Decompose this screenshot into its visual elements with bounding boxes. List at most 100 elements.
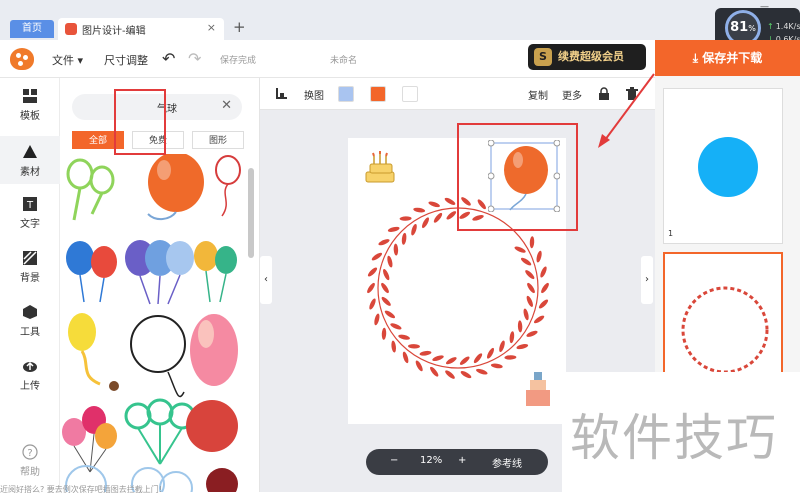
zoom-out-button[interactable]: − [390, 455, 398, 466]
wreath-leaf [408, 344, 420, 349]
tab-title: 图片设计-编辑 [82, 26, 146, 37]
file-menu[interactable]: 文件 ▾ [52, 52, 83, 68]
wreath-leaf [472, 214, 484, 221]
wreath-leaf [509, 331, 515, 344]
upload-icon [23, 361, 37, 372]
wreath-leaf [378, 239, 390, 246]
wreath-leaf [428, 201, 440, 208]
wreath-leaf [387, 226, 400, 232]
rail-item-upload[interactable]: 上传 [0, 358, 60, 398]
tools-icon [23, 305, 37, 319]
color-swatch-blue[interactable] [338, 86, 354, 102]
browser-tab-bar: 首页 图片设计-编辑 × + —▢✕ [0, 0, 800, 40]
green-outline-balloon-cluster[interactable] [124, 398, 196, 465]
pink-heart-balloons[interactable] [62, 406, 117, 473]
tab-home[interactable]: 首页 [10, 20, 54, 38]
search-box[interactable]: ✕ [72, 94, 242, 120]
yellow-balloon[interactable] [68, 313, 119, 391]
search-input[interactable] [122, 99, 212, 115]
wreath-leaf [540, 266, 547, 278]
leaf-wreath[interactable] [377, 207, 539, 369]
rail-item-material[interactable]: 素材 [0, 136, 60, 184]
palette-logo-icon[interactable] [10, 48, 34, 70]
redo-icon[interactable]: ↷ [188, 49, 201, 68]
guides-button[interactable]: 参考线 [492, 455, 522, 470]
wreath-leaf [527, 282, 535, 294]
new-tab-button[interactable]: + [233, 18, 246, 36]
rail-item-background[interactable]: 背景 [0, 250, 60, 290]
wreath-leaf [393, 243, 399, 256]
wreath-leaf [444, 197, 456, 205]
swap-image-button[interactable]: 换图 [304, 87, 324, 102]
resize-menu[interactable]: 尺寸调整 [104, 52, 148, 68]
panel-scrollbar[interactable] [248, 168, 254, 258]
clear-search-icon[interactable]: ✕ [221, 98, 232, 113]
chip-free[interactable]: 免费 [132, 131, 184, 149]
svg-text:?: ? [27, 448, 32, 459]
rail-item-tools[interactable]: 工具 [0, 304, 60, 344]
save-download-button[interactable]: ⤓ 保存并下载 [655, 40, 800, 76]
wreath-leaf [430, 366, 439, 377]
material-icon [23, 145, 37, 158]
wreath-leaf [490, 363, 503, 369]
yellow-green-balloons[interactable] [194, 241, 237, 303]
chip-shapes[interactable]: 图形 [192, 131, 244, 149]
wreath-leaf [460, 371, 472, 379]
wreath-leaf [477, 199, 486, 210]
wreath-leaf [517, 320, 523, 333]
black-outline-balloon[interactable] [130, 315, 186, 398]
wreath-thumbnail [681, 286, 769, 374]
expand-thumbnails-handle[interactable]: › [641, 256, 653, 304]
tab-favicon-icon [65, 23, 77, 35]
wreath-leaf [499, 340, 505, 353]
rail-item-template[interactable]: 模板 [0, 88, 60, 128]
color-swatch-white[interactable] [402, 86, 418, 102]
thumbnail-page-1[interactable]: 1 [663, 88, 783, 244]
blue-circle-shape [698, 137, 758, 197]
wreath-leaf [432, 355, 444, 362]
wreath-leaf [401, 232, 407, 245]
blue-red-balloons[interactable] [66, 241, 117, 303]
wreath-leaf [387, 255, 393, 268]
wreath-leaf [461, 197, 471, 206]
rail-item-text[interactable]: T 文字 [0, 196, 60, 236]
wreath-leaf [459, 356, 470, 365]
tab-close-icon[interactable]: × [207, 21, 216, 34]
wreath-leaf [476, 368, 488, 375]
red-arrow-icon [598, 73, 655, 148]
renew-vip-button[interactable]: S 续费超级会员 [528, 44, 646, 70]
undo-icon[interactable]: ↶ [162, 49, 175, 68]
pink-gradient-balloon[interactable] [190, 314, 238, 386]
wreath-leaf [445, 357, 457, 365]
red-outline-balloon[interactable] [215, 155, 241, 217]
rail-item-help[interactable]: ? 帮助 [0, 444, 60, 484]
wreath-leaf [525, 270, 535, 280]
crop-icon[interactable] [276, 87, 288, 101]
wreath-leaf [381, 282, 389, 294]
more-button[interactable]: 更多 [562, 87, 582, 102]
wreath-leaf [459, 211, 471, 219]
green-outline-balloons[interactable] [66, 158, 115, 221]
color-swatch-orange[interactable] [370, 86, 386, 102]
copy-button[interactable]: 复制 [528, 87, 548, 102]
document-name[interactable]: 未命名 [330, 53, 357, 66]
chip-all[interactable]: 全部 [72, 131, 124, 149]
wreath-leaf [541, 282, 549, 294]
wreath-leaf [526, 295, 533, 307]
birthday-cake-sticker[interactable] [365, 151, 395, 183]
collapse-panel-handle[interactable]: ‹ [260, 256, 272, 304]
selected-balloon[interactable] [488, 140, 560, 212]
stacked-cake-sticker[interactable] [526, 372, 550, 406]
background-icon [23, 251, 37, 265]
purple-blue-balloons[interactable] [125, 240, 194, 305]
wreath-leaf [520, 257, 532, 266]
red-round-balloon[interactable] [186, 400, 238, 452]
wreath-leaf [383, 269, 390, 281]
wreath-leaf [381, 296, 391, 306]
materials-panel: ✕ 全部 免费 图形 [60, 78, 260, 492]
zoom-in-button[interactable]: + [458, 455, 466, 466]
orange-balloon[interactable] [147, 154, 204, 220]
wreath-leaf [516, 344, 529, 350]
tab-image-design[interactable]: 图片设计-编辑 × [58, 18, 224, 40]
wreath-leaf [390, 323, 402, 330]
